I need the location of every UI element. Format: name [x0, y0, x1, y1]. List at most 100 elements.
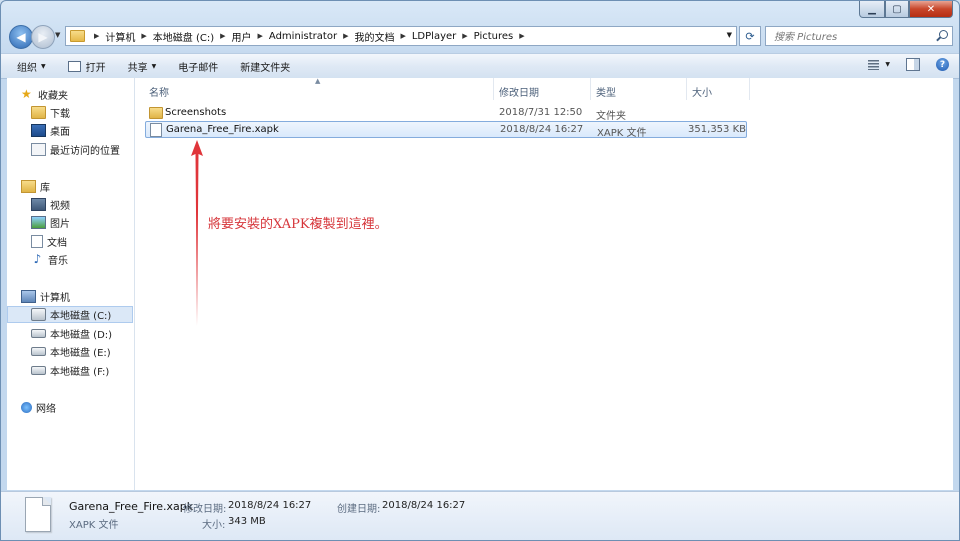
sidebar-item-libraries[interactable]: 库 — [21, 178, 131, 195]
details-modified-label: 修改日期: — [183, 504, 227, 515]
chevron-right-icon[interactable]: ▶ — [519, 32, 524, 40]
new-folder-label: 新建文件夹 — [240, 62, 291, 74]
chevron-right-icon[interactable]: ▶ — [141, 32, 146, 40]
address-bar[interactable]: ▶ 计算机 ▶ 本地磁盘 (C:) ▶ 用户 ▶ Administrator ▶… — [65, 26, 737, 46]
table-row-selected[interactable]: Garena_Free_Fire.xapk 2018/8/24 16:27 XA… — [145, 121, 747, 139]
preview-pane-icon[interactable] — [906, 58, 920, 71]
drive-icon — [31, 366, 46, 375]
details-size-value: 343 MB — [228, 516, 266, 527]
details-file-name: Garena_Free_Fire.xapk — [69, 500, 194, 513]
column-divider[interactable] — [686, 78, 687, 100]
sidebar-item-music[interactable]: ♪ 音乐 — [31, 251, 131, 268]
video-library-icon — [31, 198, 46, 211]
library-icon — [21, 180, 36, 193]
file-type: 文件夹 — [596, 111, 626, 122]
file-type: XAPK 文件 — [597, 128, 647, 139]
open-button[interactable]: 打开 — [62, 56, 112, 77]
sidebar-item-desktop[interactable]: 桌面 — [31, 122, 131, 139]
address-history-dropdown[interactable]: ▼ — [727, 31, 732, 39]
sidebar-item-drive-f[interactable]: 本地磁盘 (F:) — [31, 362, 131, 379]
file-list: ▲ 名称 修改日期 类型 大小 Screenshots 2018/7/31 12… — [135, 77, 953, 490]
organize-label: 组织 — [17, 62, 37, 74]
sidebar-item-label: 本地磁盘 (D:) — [50, 330, 113, 341]
maximize-button[interactable]: ▢ — [885, 1, 909, 18]
close-button[interactable]: ✕ — [909, 1, 953, 18]
breadcrumb-users[interactable]: 用户 — [232, 29, 252, 44]
breadcrumb-ldplayer[interactable]: LDPlayer — [412, 31, 456, 42]
file-icon — [150, 123, 162, 137]
new-folder-button[interactable]: 新建文件夹 — [234, 56, 296, 77]
navigation-pane: ★ 收藏夹 下载 桌面 最近访问的位置 库 视频 图片 文档 ♪ 音乐 计算机 … — [7, 78, 135, 490]
sidebar-item-label: 收藏夹 — [38, 91, 68, 102]
search-icon[interactable] — [939, 30, 948, 39]
column-divider[interactable] — [493, 78, 494, 100]
breadcrumb: ▶ 计算机 ▶ 本地磁盘 (C:) ▶ 用户 ▶ Administrator ▶… — [88, 29, 531, 44]
search-box[interactable] — [765, 26, 953, 46]
share-button[interactable]: 共享 ▼ — [122, 56, 163, 77]
chevron-down-icon[interactable]: ▼ — [885, 61, 890, 68]
chevron-right-icon[interactable]: ▶ — [258, 32, 263, 40]
sidebar-item-documents[interactable]: 文档 — [31, 233, 131, 250]
chevron-right-icon[interactable]: ▶ — [462, 32, 467, 40]
sidebar-item-label: 桌面 — [50, 127, 70, 138]
sidebar-item-network[interactable]: 网络 — [21, 399, 131, 416]
view-options-icon[interactable] — [868, 59, 880, 70]
organize-button[interactable]: 组织 ▼ — [11, 56, 52, 77]
details-file-type: XAPK 文件 — [69, 520, 119, 531]
breadcrumb-drive-c[interactable]: 本地磁盘 (C:) — [153, 29, 214, 44]
details-created-label: 创建日期: — [337, 504, 381, 515]
chevron-right-icon[interactable]: ▶ — [400, 32, 405, 40]
column-header-date[interactable]: 修改日期 — [499, 84, 539, 99]
refresh-button[interactable]: ⟳ — [739, 26, 761, 46]
breadcrumb-my-documents[interactable]: 我的文档 — [354, 29, 394, 44]
sidebar-item-pictures[interactable]: 图片 — [31, 214, 131, 231]
details-modified-value: 2018/8/24 16:27 — [228, 500, 312, 511]
chevron-down-icon: ▼ — [41, 62, 46, 70]
search-input[interactable] — [772, 28, 936, 46]
file-date: 2018/8/24 16:27 — [500, 124, 584, 135]
network-globe-icon — [21, 402, 32, 413]
maximize-icon: ▢ — [892, 3, 902, 15]
arrow-left-icon: ◀ — [16, 30, 26, 44]
drive-icon — [31, 347, 46, 356]
breadcrumb-administrator[interactable]: Administrator — [269, 31, 337, 42]
column-divider[interactable] — [590, 78, 591, 100]
sidebar-item-downloads[interactable]: 下载 — [31, 104, 131, 121]
breadcrumb-pictures[interactable]: Pictures — [474, 31, 514, 42]
music-note-icon: ♪ — [33, 252, 42, 266]
recent-pages-dropdown[interactable]: ▼ — [55, 31, 60, 39]
sidebar-item-computer[interactable]: 计算机 — [21, 288, 131, 305]
command-bar: 组织 ▼ 打开 共享 ▼ 电子邮件 新建文件夹 ▼ ? — [1, 53, 959, 79]
sidebar-item-videos[interactable]: 视频 — [31, 196, 131, 213]
email-label: 电子邮件 — [178, 62, 219, 74]
details-created-value: 2018/8/24 16:27 — [382, 500, 466, 511]
sort-ascending-icon: ▲ — [315, 77, 321, 85]
forward-button[interactable]: ▶ — [31, 25, 55, 49]
sidebar-item-label: 最近访问的位置 — [50, 146, 120, 157]
minimize-button[interactable]: ▁ — [859, 1, 885, 18]
sidebar-item-label: 音乐 — [48, 256, 68, 267]
help-icon[interactable]: ? — [936, 58, 949, 71]
chevron-right-icon[interactable]: ▶ — [343, 32, 348, 40]
email-button[interactable]: 电子邮件 — [172, 56, 224, 77]
column-header-name[interactable]: 名称 — [149, 84, 169, 99]
sidebar-item-label: 图片 — [50, 219, 70, 230]
downloads-folder-icon — [31, 106, 46, 119]
sidebar-item-favorites[interactable]: ★ 收藏夹 — [21, 86, 131, 103]
back-button[interactable]: ◀ — [9, 25, 33, 49]
column-divider[interactable] — [749, 78, 750, 100]
column-headers: ▲ 名称 修改日期 类型 大小 — [135, 77, 953, 100]
sidebar-item-drive-e[interactable]: 本地磁盘 (E:) — [31, 343, 131, 360]
sidebar-item-recent-places[interactable]: 最近访问的位置 — [31, 141, 131, 158]
column-header-size[interactable]: 大小 — [692, 84, 712, 99]
chevron-right-icon[interactable]: ▶ — [220, 32, 225, 40]
sidebar-item-drive-d[interactable]: 本地磁盘 (D:) — [31, 325, 131, 342]
drive-icon — [31, 329, 46, 338]
table-row[interactable]: Screenshots 2018/7/31 12:50 文件夹 — [145, 105, 747, 122]
chevron-right-icon[interactable]: ▶ — [94, 32, 99, 40]
column-header-type[interactable]: 类型 — [596, 84, 616, 99]
breadcrumb-computer[interactable]: 计算机 — [105, 29, 135, 44]
toolbar-right: ▼ ? — [868, 58, 949, 71]
file-name: Garena_Free_Fire.xapk — [166, 124, 279, 135]
sidebar-item-drive-c[interactable]: 本地磁盘 (C:) — [7, 306, 133, 323]
